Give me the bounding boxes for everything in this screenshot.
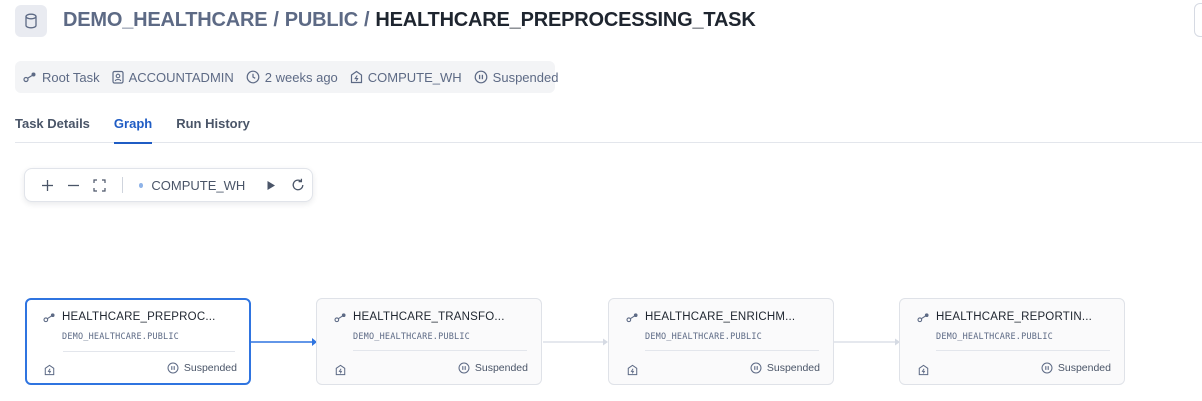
task-graph-icon [334, 312, 346, 322]
task-node-status-label: Suspended [1057, 362, 1111, 374]
task-node-status: Suspended [167, 362, 237, 374]
warehouse-icon [335, 363, 346, 381]
task-graph-icon [43, 312, 55, 322]
pause-circle-icon [1041, 362, 1053, 374]
task-node-schema: DEMO_HEALTHCARE.PUBLIC [936, 332, 1053, 342]
task-node-schema: DEMO_HEALTHCARE.PUBLIC [62, 332, 179, 342]
task-node-status: Suspended [458, 362, 528, 374]
task-node-status-label: Suspended [766, 362, 820, 374]
pause-circle-icon [167, 362, 179, 374]
node-divider [936, 350, 1110, 351]
task-node-name: HEALTHCARE_ENRICHM... [645, 311, 796, 323]
task-node-schema: DEMO_HEALTHCARE.PUBLIC [353, 332, 470, 342]
task-node-status: Suspended [1041, 362, 1111, 374]
warehouse-icon [918, 363, 929, 381]
node-divider [353, 350, 527, 351]
node-divider [63, 351, 235, 352]
task-node-status-label: Suspended [183, 362, 237, 374]
task-node-status: Suspended [750, 362, 820, 374]
task-node[interactable]: HEALTHCARE_ENRICHM... DEMO_HEALTHCARE.PU… [608, 298, 834, 385]
task-graph-icon [626, 312, 638, 322]
task-node[interactable]: HEALTHCARE_REPORTIN... DEMO_HEALTHCARE.P… [899, 298, 1125, 385]
pause-circle-icon [750, 362, 762, 374]
task-graph-icon [917, 312, 929, 322]
task-node-name: HEALTHCARE_PREPROC... [62, 311, 216, 323]
warehouse-icon [44, 363, 55, 381]
task-node-status-label: Suspended [474, 362, 528, 374]
task-node-schema: DEMO_HEALTHCARE.PUBLIC [645, 332, 762, 342]
task-node[interactable]: HEALTHCARE_PREPROC... DEMO_HEALTHCARE.PU… [25, 298, 251, 385]
task-node-name: HEALTHCARE_TRANSFO... [353, 311, 505, 323]
warehouse-icon [627, 363, 638, 381]
node-divider [645, 350, 819, 351]
pause-circle-icon [458, 362, 470, 374]
task-node[interactable]: HEALTHCARE_TRANSFO... DEMO_HEALTHCARE.PU… [316, 298, 542, 385]
task-node-name: HEALTHCARE_REPORTIN... [936, 311, 1093, 323]
